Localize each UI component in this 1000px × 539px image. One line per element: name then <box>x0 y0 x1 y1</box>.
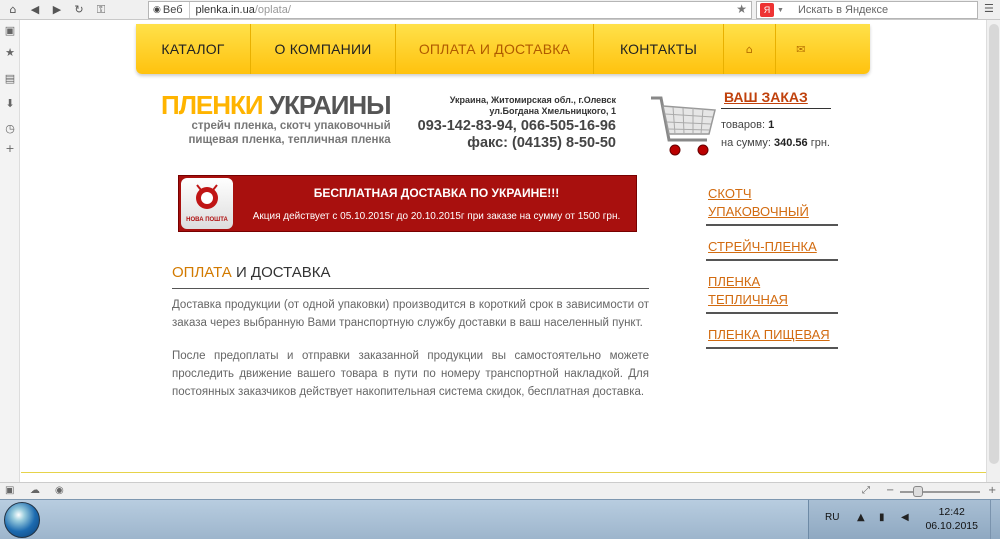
cloud-icon[interactable]: ☁ <box>30 485 40 496</box>
nova-poshta-emblem-icon <box>196 184 218 209</box>
browser-status-bar: ▣ ☁ ◉ ⤢ − + <box>0 482 1000 499</box>
fullscreen-icon[interactable]: ⤢ <box>862 485 870 496</box>
mail-icon[interactable]: ✉ <box>776 24 826 74</box>
address-line-2: ул.Богдана Хмельницкого, 1 <box>489 106 616 116</box>
tray-arrow-icon[interactable]: ▲ <box>857 512 865 523</box>
forward-icon[interactable]: ▶ <box>48 1 66 19</box>
cart-sum: на сумму: 340.56 грн. <box>721 137 830 149</box>
promo-banner[interactable]: НОВА ПОШТА БЕСПЛАТНАЯ ДОСТАВКА ПО УКРАИН… <box>178 175 637 232</box>
category-food-film[interactable]: ПЛЕНКА ПИЩЕВАЯ <box>706 324 838 349</box>
category-menu: СКОТЧ УПАКОВОЧНЫЙ СТРЕЙЧ-ПЛЕНКА ПЛЕНКА Т… <box>706 183 838 359</box>
phone-numbers: 093-142-83-94, 066-505-16-96 <box>417 118 616 134</box>
globe-icon: ◉ <box>153 5 161 15</box>
search-input[interactable]: Искать в Яндексе <box>798 4 888 16</box>
system-tray: RU ▲ ▮ ◀ 12:42 06.10.2015 <box>808 500 1000 539</box>
page-title: ОПЛАТА И ДОСТАВКА <box>172 264 331 281</box>
site-nav: КАТАЛОГ О КОМПАНИИ ОПЛАТА И ДОСТАВКА КОН… <box>136 24 870 74</box>
panel-icon[interactable]: ▣ <box>5 485 14 496</box>
browser-sidebar: ▣ ★ ▤ ⬇ ◷ + <box>0 20 20 482</box>
yandex-sidebar-icon[interactable]: ▣ <box>3 24 17 38</box>
network-icon[interactable]: ▮ <box>879 512 885 523</box>
url-text: plenka.in.ua/oplata/ <box>195 4 291 16</box>
nav-about[interactable]: О КОМПАНИИ <box>251 24 396 74</box>
category-stretch-film[interactable]: СТРЕЙЧ-ПЛЕНКА <box>706 236 838 261</box>
zoom-slider-track[interactable] <box>900 491 980 493</box>
category-tape[interactable]: СКОТЧ УПАКОВОЧНЫЙ <box>706 183 838 226</box>
show-desktop-button[interactable] <box>990 500 1000 539</box>
address-line-1: Украина, Житомирская обл., г.Олевск <box>449 95 616 105</box>
title-divider <box>172 288 649 289</box>
category-greenhouse-film[interactable]: ПЛЕНКА ТЕПЛИЧНАЯ <box>706 271 838 314</box>
cart-divider <box>721 108 831 109</box>
language-indicator[interactable]: RU <box>825 512 839 523</box>
cart-items: товаров: 1 <box>721 119 775 131</box>
nav-contacts[interactable]: КОНТАКТЫ <box>594 24 724 74</box>
page-viewport: КАТАЛОГ О КОМПАНИИ ОПЛАТА И ДОСТАВКА КОН… <box>21 20 986 482</box>
nova-poshta-logo: НОВА ПОШТА <box>181 178 233 229</box>
notes-icon[interactable]: ▤ <box>3 72 17 86</box>
volume-icon[interactable]: ◀ <box>901 512 909 523</box>
scrollbar-thumb[interactable] <box>989 24 999 464</box>
home-icon[interactable]: ⌂ <box>4 1 22 19</box>
reload-icon[interactable]: ↻ <box>70 1 88 19</box>
menu-icon[interactable]: ☰ <box>984 2 998 18</box>
paragraph-2: После предоплаты и отправки заказанной п… <box>172 350 649 398</box>
nav-payment-delivery[interactable]: ОПЛАТА И ДОСТАВКА <box>396 24 594 74</box>
banner-text: Акция действует с 05.10.2015г до 20.10.2… <box>252 211 621 222</box>
history-icon[interactable]: ◷ <box>3 122 17 136</box>
zoom-slider-handle[interactable] <box>913 486 923 497</box>
fax-number: факс: (04135) 8-50-50 <box>467 135 616 151</box>
screen: ⌂ ◀ ▶ ↻ ⚿ ◉ Веб plenka.in.ua/oplata/ ★ Я … <box>0 0 1000 539</box>
vertical-scrollbar[interactable] <box>986 20 1000 482</box>
address-bar[interactable]: ◉ Веб plenka.in.ua/oplata/ ★ <box>148 1 752 19</box>
paragraph-1: Доставка продукции (от одной упаковки) п… <box>172 299 649 329</box>
add-icon[interactable]: + <box>3 142 17 156</box>
start-button[interactable] <box>4 502 40 538</box>
clock[interactable]: 12:42 06.10.2015 <box>925 505 978 533</box>
site-logo[interactable]: ПЛЕНКИ УКРАИНЫ стрейч пленка, скотч упак… <box>161 92 392 146</box>
bookmark-star-icon[interactable]: ★ <box>736 2 747 16</box>
yandex-icon[interactable]: Я <box>760 3 774 17</box>
web-label: ◉ Веб <box>149 2 190 18</box>
cart-title-link[interactable]: ВАШ ЗАКАЗ <box>724 89 808 105</box>
windows-taskbar: RU ▲ ▮ ◀ 12:42 06.10.2015 <box>0 499 1000 539</box>
shopping-cart-icon[interactable] <box>649 90 719 162</box>
footer-divider <box>21 472 986 473</box>
favorites-icon[interactable]: ★ <box>3 46 17 60</box>
home-icon[interactable]: ⌂ <box>724 24 776 74</box>
banner-title: БЕСПЛАТНАЯ ДОСТАВКА ПО УКРАИНЕ!!! <box>313 186 560 200</box>
zoom-out-icon[interactable]: − <box>886 485 894 496</box>
search-dropdown-icon[interactable]: ▼ <box>777 7 784 14</box>
contacts-block: Украина, Житомирская обл., г.Олевск ул.Б… <box>406 95 616 151</box>
turbo-icon[interactable]: ◉ <box>55 485 64 496</box>
download-icon[interactable]: ⬇ <box>3 97 17 111</box>
search-box[interactable]: Я ▼ Искать в Яндексе <box>756 1 978 19</box>
nav-catalog[interactable]: КАТАЛОГ <box>136 24 251 74</box>
back-icon[interactable]: ◀ <box>26 1 44 19</box>
browser-toolbar: ⌂ ◀ ▶ ↻ ⚿ ◉ Веб plenka.in.ua/oplata/ ★ Я … <box>0 0 1000 20</box>
zoom-in-icon[interactable]: + <box>988 485 996 496</box>
key-icon[interactable]: ⚿ <box>92 1 110 19</box>
